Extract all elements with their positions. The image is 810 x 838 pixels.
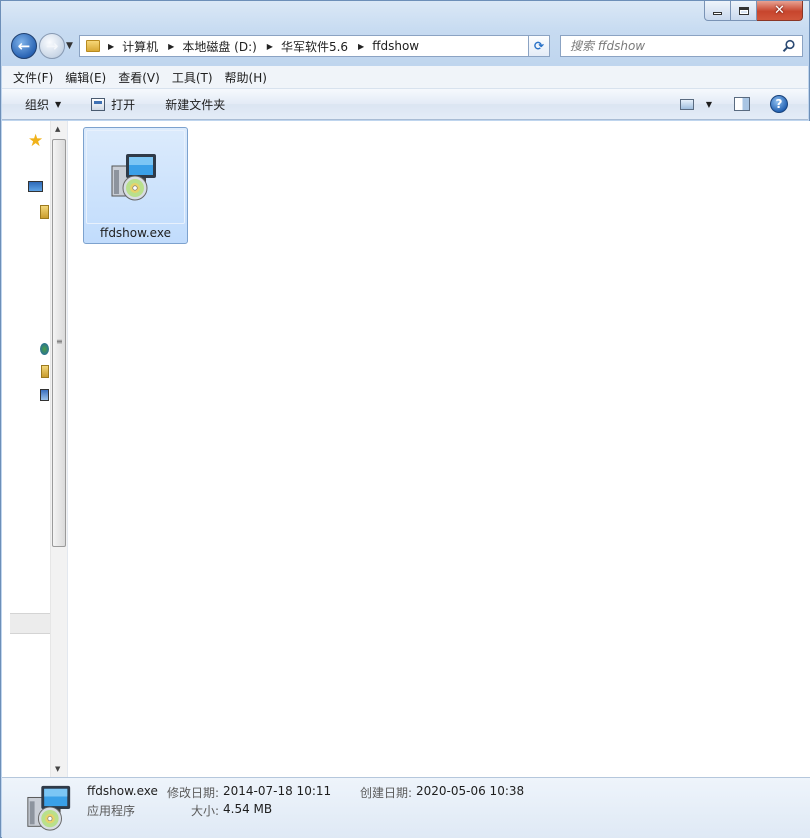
help-icon[interactable]: ? — [770, 95, 788, 113]
network-icon[interactable] — [40, 389, 49, 401]
libraries-icon[interactable] — [40, 205, 49, 219]
details-size-label: 大小: — [191, 804, 220, 818]
chevron-down-icon: ▼ — [55, 99, 62, 109]
minimize-button[interactable] — [704, 1, 731, 21]
back-button[interactable]: ← — [11, 33, 37, 59]
search-box[interactable] — [560, 35, 803, 57]
menu-file[interactable]: 文件(F) — [13, 69, 53, 86]
breadcrumb-separator-icon[interactable]: ▶ — [168, 42, 174, 51]
breadcrumb-current[interactable]: ffdshow — [372, 39, 419, 53]
breadcrumb-folder[interactable]: 华军软件5.6 — [281, 38, 348, 55]
details-pane: ffdshow.exe 应用程序 修改日期: 2014-07-18 10:11 … — [2, 777, 810, 838]
breadcrumb-separator-icon[interactable]: ▶ — [358, 42, 364, 51]
navigation-bar: ← → ▼ ▶ 计算机 ▶ 本地磁盘 (D:) ▶ 华军软件5.6 ▶ ffds… — [9, 33, 803, 59]
command-bar-right: ▼ ? — [679, 95, 788, 113]
maximize-icon — [738, 6, 749, 15]
navigation-scrollbar[interactable]: ▲ ≡ ▼ — [50, 121, 67, 777]
command-bar: 组织 ▼ 打开 新建文件夹 ▼ ? — [2, 89, 808, 120]
close-icon: ✕ — [774, 3, 785, 18]
desktop-icon[interactable] — [28, 181, 43, 192]
address-bar[interactable]: ▶ 计算机 ▶ 本地磁盘 (D:) ▶ 华军软件5.6 ▶ ffdshow ▼ — [79, 35, 549, 57]
folder-icon — [86, 40, 100, 52]
computer-icon[interactable] — [41, 365, 49, 378]
details-created-label: 创建日期: — [360, 786, 413, 800]
caption-buttons: ✕ — [704, 1, 803, 21]
breadcrumb-separator-icon[interactable]: ▶ — [108, 42, 114, 51]
navigation-pane: ★ ▲ ≡ ▼ — [2, 121, 68, 777]
details-file-type: 应用程序 — [87, 804, 136, 818]
forward-arrow-icon: → — [45, 37, 59, 55]
scroll-down-icon[interactable]: ▼ — [55, 765, 60, 773]
file-item[interactable]: ffdshow.exe — [83, 127, 188, 244]
details-file-name: ffdshow.exe — [87, 784, 158, 798]
details-modified-value: 2014-07-18 10:11 — [223, 784, 332, 798]
refresh-icon: ⟳ — [533, 39, 545, 53]
installer-icon — [27, 785, 71, 831]
menu-bar: 文件(F) 编辑(E) 查看(V) 工具(T) 帮助(H) — [2, 66, 808, 89]
recent-pages-dropdown[interactable]: ▼ — [66, 41, 73, 51]
installer-icon — [111, 154, 156, 201]
homegroup-icon[interactable] — [40, 343, 49, 355]
view-options-dropdown[interactable]: ▼ — [706, 100, 712, 109]
open-window-icon — [91, 97, 106, 111]
breadcrumb-computer[interactable]: 计算机 — [122, 38, 158, 55]
details-modified-label: 修改日期: — [167, 786, 220, 800]
details-size-value: 4.54 MB — [223, 802, 273, 816]
search-input[interactable] — [570, 39, 770, 53]
menu-help[interactable]: 帮助(H) — [225, 69, 267, 86]
breadcrumb-drive[interactable]: 本地磁盘 (D:) — [182, 38, 256, 55]
minimize-icon — [713, 12, 722, 15]
favorites-star-icon[interactable]: ★ — [28, 131, 43, 151]
menu-tools[interactable]: 工具(T) — [172, 69, 213, 86]
maximize-button[interactable] — [731, 1, 757, 21]
organize-button[interactable]: 组织 ▼ — [25, 96, 61, 113]
new-folder-label: 新建文件夹 — [165, 97, 226, 112]
menu-edit[interactable]: 编辑(E) — [65, 69, 106, 86]
file-name: ffdshow.exe — [100, 226, 171, 240]
new-folder-button[interactable]: 新建文件夹 — [165, 96, 225, 113]
back-arrow-icon: ← — [17, 37, 31, 55]
refresh-button[interactable]: ⟳ — [528, 35, 550, 57]
menu-view[interactable]: 查看(V) — [118, 69, 160, 86]
organize-label: 组织 — [25, 97, 50, 112]
horizontal-scrollbar[interactable] — [10, 613, 50, 634]
open-label: 打开 — [111, 97, 136, 112]
close-button[interactable]: ✕ — [757, 1, 803, 21]
preview-pane-icon[interactable] — [734, 97, 750, 111]
scroll-up-icon[interactable]: ▲ — [55, 125, 60, 133]
open-button[interactable]: 打开 — [91, 96, 135, 113]
forward-button[interactable]: → — [39, 33, 65, 59]
breadcrumb-separator-icon[interactable]: ▶ — [267, 42, 273, 51]
details-created-value: 2020-05-06 10:38 — [416, 784, 525, 798]
grip-icon: ≡ — [56, 337, 63, 346]
scrollbar-thumb[interactable]: ≡ — [52, 139, 66, 547]
content-area: ★ ▲ ≡ ▼ ffdshow.exe — [2, 121, 810, 777]
explorer-window: ✕ ← → ▼ ▶ 计算机 ▶ 本地磁盘 (D:) ▶ 华军软件5.6 ▶ ff… — [0, 0, 810, 838]
search-icon[interactable] — [782, 39, 796, 53]
change-view-icon[interactable] — [679, 98, 694, 110]
